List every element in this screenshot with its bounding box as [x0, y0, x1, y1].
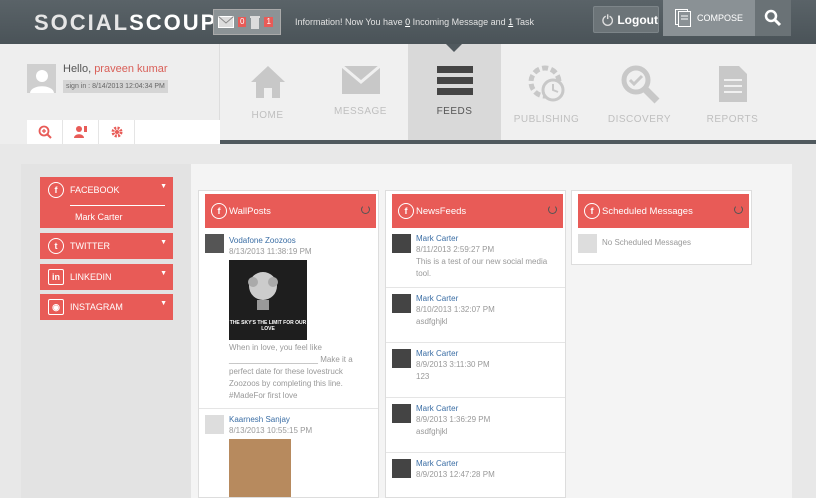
nav-discovery[interactable]: DISCOVERY — [593, 44, 686, 140]
list-item: Mark Carter 8/9/2013 3:11:30 PM 123 — [386, 343, 565, 398]
linkedin-button[interactable]: in LINKEDIN ▼ — [40, 264, 173, 290]
magnify-icon — [621, 65, 659, 104]
dropdown-arrow-icon[interactable]: ▼ — [160, 239, 167, 246]
nav-home[interactable]: HOME — [221, 44, 314, 140]
facebook-icon: f — [48, 182, 64, 198]
compose-button[interactable]: COMPOSE — [663, 0, 755, 36]
list-item: Mark Carter 8/9/2013 1:36:29 PM asdfghjk… — [386, 398, 565, 453]
envelope-icon — [340, 64, 381, 94]
nav-message[interactable]: MESSAGE — [314, 44, 407, 140]
scheduled-column: f Scheduled Messages No Scheduled Messag… — [571, 190, 752, 265]
list-item: Mark Carter 8/10/2013 1:32:07 PM asdfghj… — [386, 288, 565, 343]
dropdown-arrow-icon[interactable]: ▼ — [160, 270, 167, 277]
navigation-bar: Hello, praveen kumar sign in : 8/14/2013… — [0, 44, 816, 144]
trash-icon[interactable] — [250, 15, 261, 29]
compose-icon — [675, 9, 691, 27]
facebook-account-item[interactable]: Mark Carter — [40, 206, 173, 222]
post-image[interactable]: THE SKY'S THE LIMIT FOR OUR LOVE — [229, 260, 307, 340]
scheduled-header: f Scheduled Messages — [578, 194, 749, 228]
task-count-badge: 1 — [264, 17, 273, 27]
user-panel: Hello, praveen kumar sign in : 8/14/2013… — [0, 44, 220, 144]
active-indicator — [446, 44, 462, 52]
gear-clock-icon — [528, 65, 564, 102]
social-sidebar: f FACEBOOK ▼ Mark Carter t TWITTER ▼ in … — [21, 164, 191, 498]
envelope-icon[interactable] — [218, 16, 234, 28]
avatar — [392, 349, 411, 368]
power-icon — [602, 13, 614, 26]
list-item: Vodafone Zoozoos 8/13/2013 11:38:19 PM T… — [199, 228, 378, 409]
post-image[interactable] — [229, 439, 291, 497]
main-content: f FACEBOOK ▼ Mark Carter t TWITTER ▼ in … — [21, 164, 792, 498]
user-tools — [27, 120, 220, 144]
greeting: Hello, praveen kumar — [63, 63, 168, 75]
facebook-icon: f — [584, 203, 600, 219]
newsfeeds-header: f NewsFeeds — [392, 194, 563, 228]
facebook-icon: f — [398, 203, 414, 219]
app-logo[interactable]: SOCIALSCOUP — [34, 10, 217, 36]
signin-time: sign in : 8/14/2013 12:04:34 PM — [63, 80, 168, 93]
linkedin-icon: in — [48, 269, 64, 285]
newsfeeds-column: f NewsFeeds Mark Carter 8/11/2013 2:59:2… — [385, 190, 566, 498]
avatar — [392, 459, 411, 478]
avatar — [205, 234, 224, 253]
twitter-icon: t — [48, 238, 64, 254]
top-bar: SOCIALSCOUP 0 1 Information! Now You hav… — [0, 0, 816, 44]
wallposts-column: f WallPosts Vodafone Zoozoos 8/13/2013 1… — [198, 190, 379, 498]
dropdown-arrow-icon[interactable]: ▼ — [160, 300, 167, 307]
avatar — [392, 234, 411, 253]
home-icon — [250, 66, 285, 98]
refresh-icon[interactable] — [361, 205, 370, 214]
facebook-accounts: Mark Carter — [40, 203, 173, 228]
logout-button[interactable]: Logout — [593, 6, 659, 33]
add-search-icon[interactable] — [27, 120, 63, 144]
list-item: Mark Carter 8/9/2013 12:47:28 PM — [386, 453, 565, 497]
info-message: Information! Now You have 0 Incoming Mes… — [295, 17, 535, 27]
list-item: Mark Carter 8/11/2013 2:59:27 PM This is… — [386, 228, 565, 288]
user-manage-icon[interactable] — [63, 120, 99, 144]
notification-box[interactable]: 0 1 — [213, 9, 281, 35]
avatar — [578, 234, 597, 253]
user-name[interactable]: praveen kumar — [94, 63, 167, 75]
facebook-icon: f — [211, 203, 227, 219]
avatar — [205, 415, 224, 434]
dropdown-arrow-icon[interactable]: ▼ — [160, 183, 167, 190]
nav-feeds[interactable]: FEEDS — [408, 44, 501, 140]
search-icon — [764, 9, 782, 27]
avatar — [27, 64, 56, 93]
nav-reports[interactable]: REPORTS — [686, 44, 779, 140]
refresh-icon[interactable] — [734, 205, 743, 214]
avatar — [392, 294, 411, 313]
instagram-icon: ◉ — [48, 299, 64, 315]
facebook-button[interactable]: f FACEBOOK ▼ — [40, 177, 173, 203]
twitter-button[interactable]: t TWITTER ▼ — [40, 233, 173, 259]
wallposts-header: f WallPosts — [205, 194, 376, 228]
avatar — [392, 404, 411, 423]
refresh-icon[interactable] — [548, 205, 557, 214]
search-button[interactable] — [755, 0, 791, 36]
list-item: No Scheduled Messages — [572, 228, 751, 256]
list-icon — [436, 66, 473, 95]
nav-publishing[interactable]: PUBLISHING — [500, 44, 593, 140]
settings-gear-icon[interactable] — [99, 120, 135, 144]
instagram-button[interactable]: ◉ INSTAGRAM ▼ — [40, 294, 173, 320]
document-icon — [718, 66, 747, 102]
message-count-badge: 0 — [238, 17, 247, 27]
list-item: Kaarnesh Sanjay 8/13/2013 10:55:15 PM — [199, 409, 378, 497]
